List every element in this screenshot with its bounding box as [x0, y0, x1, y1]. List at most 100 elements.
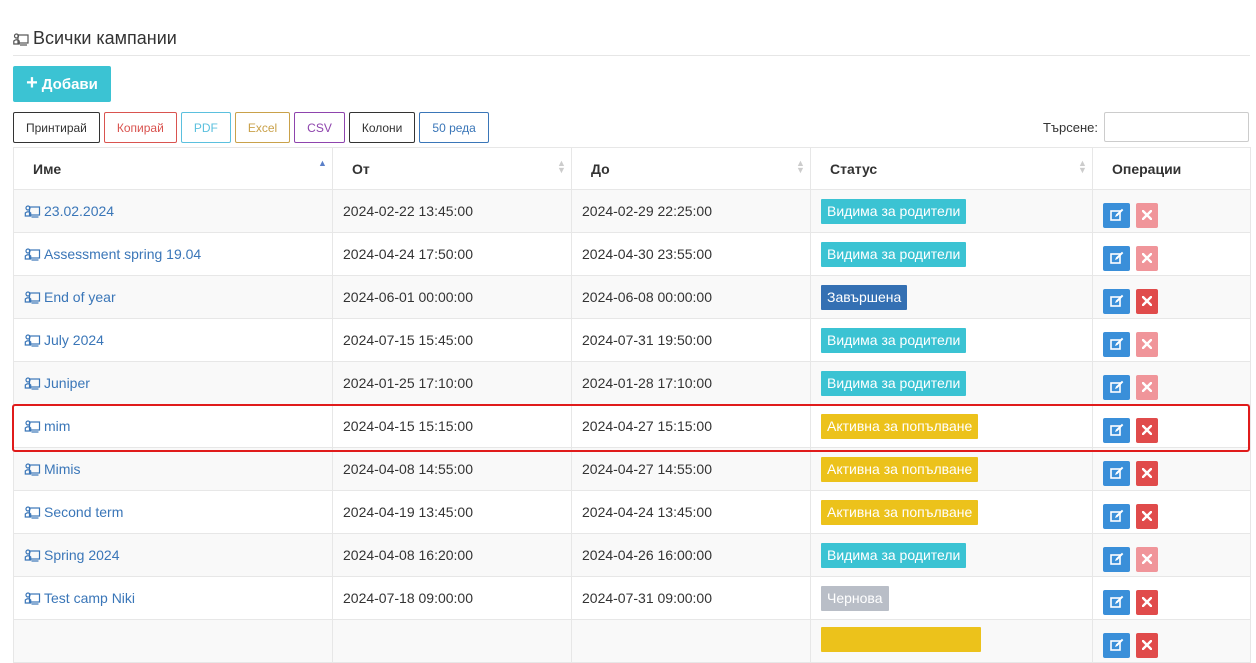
plus-icon: + [26, 72, 38, 94]
to-date-cell: 2024-04-30 23:55:00 [571, 232, 811, 276]
row-actions [1103, 453, 1250, 486]
column-header-label: Статус [830, 160, 878, 177]
column-header-label: До [591, 160, 610, 177]
edit-button[interactable] [1103, 288, 1130, 314]
to-date-cell: 2024-06-08 00:00:00 [571, 275, 811, 319]
edit-icon [1109, 638, 1124, 652]
csv-button[interactable]: CSV [294, 112, 345, 143]
edit-icon [1109, 423, 1124, 437]
campaign-icon [24, 505, 41, 519]
status-badge: Завършена [821, 284, 908, 310]
columns-button[interactable]: Колони [348, 112, 416, 143]
edit-button[interactable] [1103, 374, 1130, 400]
name-cell [13, 619, 333, 663]
campaign-name: Juniper [44, 375, 90, 391]
campaign-link[interactable]: Mimis [24, 461, 332, 477]
campaign-name: End of year [44, 289, 116, 305]
column-header-label: От [352, 160, 370, 177]
status-cell: Видима за родители [810, 189, 1093, 233]
status-cell: Завършена [810, 275, 1093, 319]
edit-icon [1109, 251, 1124, 265]
name-cell: 23.02.2024 [13, 189, 333, 233]
row-actions [1103, 539, 1250, 572]
to-date-cell: 2024-07-31 09:00:00 [571, 576, 811, 620]
campaign-link[interactable]: Test camp Niki [24, 590, 332, 606]
page-length-button[interactable]: 50 реда [419, 112, 489, 143]
print-button[interactable]: Принтирай [13, 112, 100, 143]
row-actions [1103, 324, 1250, 357]
delete-button[interactable] [1136, 632, 1158, 658]
edit-icon [1109, 294, 1124, 308]
delete-button[interactable] [1136, 589, 1158, 615]
from-date-cell: 2024-04-24 17:50:00 [332, 232, 572, 276]
campaign-link[interactable]: Spring 2024 [24, 547, 332, 563]
status-badge: Видима за родители [821, 542, 967, 568]
to-date-cell: 2024-04-27 15:15:00 [571, 404, 811, 448]
edit-button[interactable] [1103, 417, 1130, 443]
edit-button[interactable] [1103, 245, 1130, 271]
from-date-cell: 2024-04-08 16:20:00 [332, 533, 572, 577]
edit-button[interactable] [1103, 331, 1130, 357]
edit-button[interactable] [1103, 546, 1130, 572]
to-date-cell: 2024-04-24 13:45:00 [571, 490, 811, 534]
sort-icon: ▲ ▼ [796, 158, 805, 175]
edit-button[interactable] [1103, 202, 1130, 228]
delete-button[interactable] [1136, 374, 1158, 400]
row-actions [1103, 281, 1250, 314]
campaign-link[interactable]: End of year [24, 289, 332, 305]
campaign-name: mim [44, 418, 71, 434]
status-cell: Видима за родители [810, 232, 1093, 276]
status-cell: Активна за попълване [810, 447, 1093, 491]
copy-button[interactable]: Копирай [103, 112, 177, 143]
column-header-label: Операции [1112, 160, 1182, 177]
edit-icon [1109, 380, 1124, 394]
close-icon [1142, 640, 1152, 650]
close-icon [1142, 339, 1152, 349]
campaign-link[interactable]: Second term [24, 504, 332, 520]
delete-button[interactable] [1136, 417, 1158, 443]
delete-button[interactable] [1136, 202, 1158, 228]
pdf-button[interactable]: PDF [180, 112, 231, 143]
campaign-icon [24, 204, 41, 218]
delete-button[interactable] [1136, 331, 1158, 357]
column-header-1[interactable]: От ▲ ▼ [332, 147, 572, 190]
row-actions [1103, 367, 1250, 400]
delete-button[interactable] [1136, 245, 1158, 271]
edit-button[interactable] [1103, 503, 1130, 529]
name-cell: End of year [13, 275, 333, 319]
status-badge: Активна за попълване [821, 499, 979, 525]
campaign-link[interactable]: Assessment spring 19.04 [24, 246, 332, 262]
campaign-icon [24, 462, 41, 476]
campaign-link[interactable]: July 2024 [24, 332, 332, 348]
excel-button[interactable]: Excel [234, 112, 291, 143]
from-date-cell: 2024-04-08 14:55:00 [332, 447, 572, 491]
campaign-icon [24, 376, 41, 390]
operations-cell [1092, 576, 1251, 620]
search-input[interactable] [1104, 112, 1249, 142]
table-row: Test camp Niki 2024-07-18 09:00:00 2024-07… [13, 576, 1251, 620]
add-button[interactable]: + Добави [13, 66, 111, 102]
column-header-0[interactable]: Име ▲ [13, 147, 333, 190]
edit-button[interactable] [1103, 589, 1130, 615]
edit-button[interactable] [1103, 460, 1130, 486]
close-icon [1142, 296, 1152, 306]
status-badge [821, 627, 981, 652]
delete-button[interactable] [1136, 460, 1158, 486]
column-header-3[interactable]: Статус ▲ ▼ [810, 147, 1093, 190]
delete-button[interactable] [1136, 546, 1158, 572]
delete-button[interactable] [1136, 503, 1158, 529]
status-badge: Видима за родители [821, 327, 967, 353]
delete-button[interactable] [1136, 288, 1158, 314]
campaign-name: Test camp Niki [44, 590, 136, 606]
column-header-2[interactable]: До ▲ ▼ [571, 147, 811, 190]
status-badge: Видима за родители [821, 198, 967, 224]
campaign-link[interactable]: mim [24, 418, 332, 434]
campaign-link[interactable]: 23.02.2024 [24, 203, 332, 219]
status-cell: Активна за попълване [810, 404, 1093, 448]
to-date-cell: 2024-04-26 16:00:00 [571, 533, 811, 577]
edit-button[interactable] [1103, 632, 1130, 658]
campaign-link[interactable]: Juniper [24, 375, 332, 391]
table-row [13, 619, 1251, 663]
from-date-cell: 2024-04-19 13:45:00 [332, 490, 572, 534]
operations-cell [1092, 404, 1251, 448]
